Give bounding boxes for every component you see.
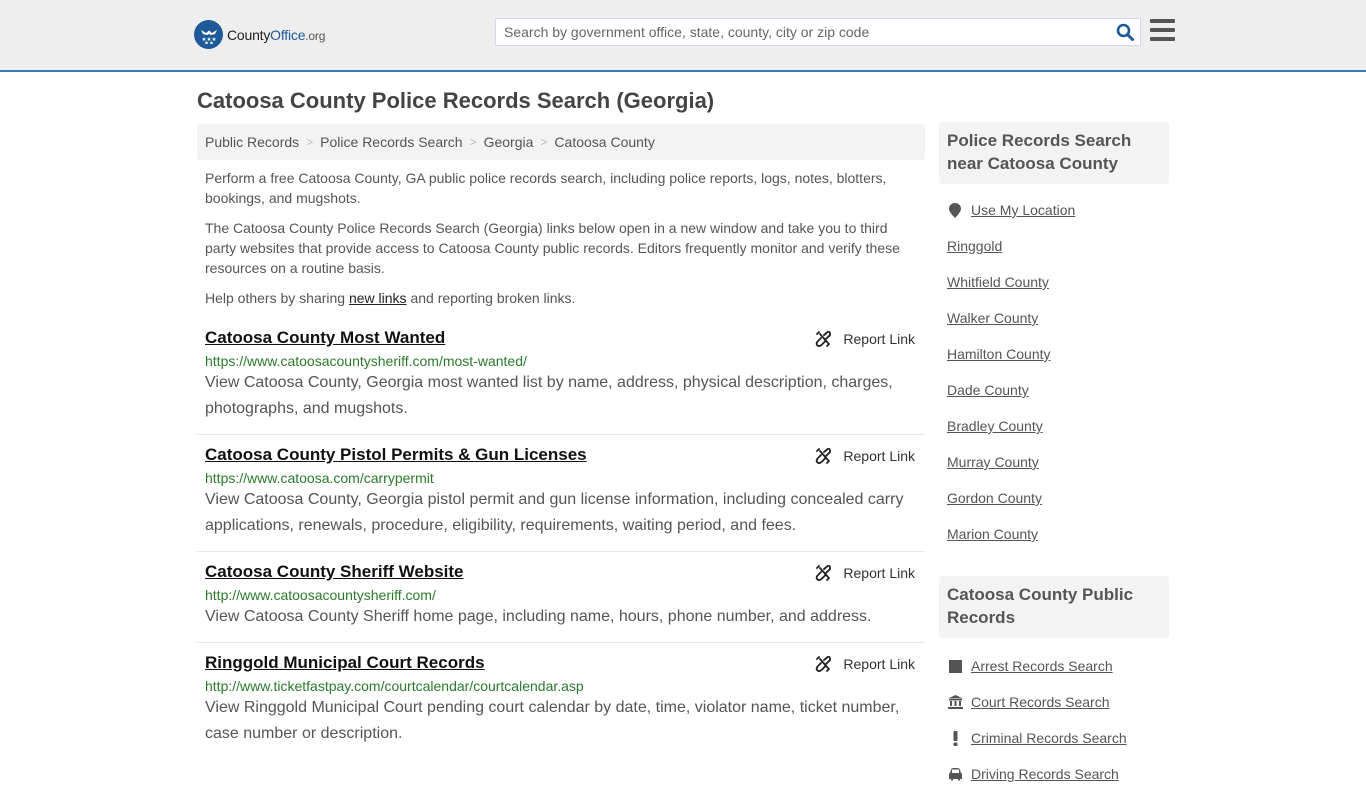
- result-description: View Ringgold Municipal Court pending co…: [205, 699, 900, 742]
- broken-link-icon: [816, 656, 832, 672]
- broken-link-icon: [816, 331, 832, 347]
- breadcrumb-separator: >: [306, 135, 314, 149]
- nearby-link-murray-county[interactable]: Murray County: [947, 454, 1039, 470]
- menu-bar-icon: [1150, 28, 1175, 32]
- result-item: Catoosa County Pistol Permits & Gun Lice…: [197, 435, 925, 552]
- hamburger-menu-button[interactable]: [1150, 19, 1175, 41]
- intro-paragraph: The Catoosa County Police Records Search…: [205, 220, 900, 276]
- nearby-link-marion-county[interactable]: Marion County: [947, 526, 1038, 542]
- menu-bar-icon: [1150, 37, 1175, 41]
- driving-records-link[interactable]: Driving Records Search: [971, 766, 1119, 782]
- public-records-heading: Catoosa County Public Records: [939, 576, 1169, 638]
- site-header: CountyOffice.org: [0, 0, 1366, 72]
- public-records-list: Arrest Records Search Court Records Sear…: [939, 638, 1169, 792]
- square-icon: [947, 659, 963, 673]
- search-button[interactable]: [1110, 19, 1140, 45]
- help-paragraph: Help others by sharing new links and rep…: [205, 290, 576, 306]
- nearby-link-bradley-county[interactable]: Bradley County: [947, 418, 1043, 434]
- nearby-link-hamilton-county[interactable]: Hamilton County: [947, 346, 1051, 362]
- map-marker-icon: [947, 202, 963, 218]
- report-link-button[interactable]: Report Link: [815, 565, 915, 581]
- courthouse-icon: [947, 695, 963, 709]
- public-records-block: Catoosa County Public Records Arrest Rec…: [939, 576, 1169, 792]
- report-link-button[interactable]: Report Link: [815, 656, 915, 672]
- result-item: Catoosa County Sheriff Website Report Li…: [197, 552, 925, 643]
- nearby-block: Police Records Search near Catoosa Count…: [939, 122, 1169, 552]
- result-item: Ringgold Municipal Court Records Report …: [197, 643, 925, 759]
- menu-bar-icon: [1150, 19, 1175, 23]
- logo-wordmark: CountyOffice.org: [227, 26, 326, 43]
- nearby-link-dade-county[interactable]: Dade County: [947, 382, 1029, 398]
- nearby-item: Hamilton County: [947, 336, 1169, 372]
- search-bar: [495, 18, 1141, 46]
- breadcrumb-police-records-search[interactable]: Police Records Search: [320, 134, 462, 150]
- eagle-stars-logo-icon: [194, 20, 223, 49]
- public-records-item: Court Records Search: [947, 684, 1169, 720]
- result-description: View Catoosa County, Georgia most wanted…: [205, 374, 893, 417]
- nearby-item: Gordon County: [947, 480, 1169, 516]
- result-description: View Catoosa County, Georgia pistol perm…: [205, 491, 904, 534]
- search-icon: [1116, 23, 1134, 41]
- nearby-link-walker-county[interactable]: Walker County: [947, 310, 1038, 326]
- nearby-item: Ringgold: [947, 228, 1169, 264]
- public-records-item: Driving Records Search: [947, 756, 1169, 792]
- search-input[interactable]: [496, 19, 1110, 45]
- sidebar: Police Records Search near Catoosa Count…: [939, 122, 1169, 792]
- nearby-link-whitfield-county[interactable]: Whitfield County: [947, 274, 1049, 290]
- site-logo[interactable]: CountyOffice.org: [194, 20, 325, 49]
- arrest-records-link[interactable]: Arrest Records Search: [971, 658, 1113, 674]
- nearby-item: Murray County: [947, 444, 1169, 480]
- breadcrumb-georgia[interactable]: Georgia: [484, 134, 534, 150]
- results-list: Catoosa County Most Wanted Report Link h…: [197, 318, 925, 759]
- nearby-link-gordon-county[interactable]: Gordon County: [947, 490, 1042, 506]
- new-links-link[interactable]: new links: [349, 290, 407, 306]
- result-url[interactable]: https://www.catoosa.com/carrypermit: [205, 470, 917, 486]
- exclamation-icon: [947, 730, 963, 746]
- nearby-link-ringgold[interactable]: Ringgold: [947, 238, 1002, 254]
- broken-link-icon: [816, 448, 832, 464]
- result-url[interactable]: http://www.catoosacountysheriff.com/: [205, 587, 917, 603]
- car-icon: [947, 767, 963, 781]
- use-my-location-item: Use My Location: [947, 192, 1169, 228]
- result-url[interactable]: http://www.ticketfastpay.com/courtcalend…: [205, 678, 917, 694]
- result-title-link[interactable]: Catoosa County Most Wanted: [205, 328, 445, 348]
- breadcrumb-public-records[interactable]: Public Records: [205, 134, 299, 150]
- result-description: View Catoosa County Sheriff home page, i…: [205, 608, 872, 625]
- nearby-heading: Police Records Search near Catoosa Count…: [939, 122, 1169, 184]
- report-link-button[interactable]: Report Link: [815, 331, 915, 347]
- public-records-item: Arrest Records Search: [947, 648, 1169, 684]
- nearby-item: Dade County: [947, 372, 1169, 408]
- nearby-list: Use My Location Ringgold Whitfield Count…: [939, 184, 1169, 552]
- breadcrumb-catoosa-county[interactable]: Catoosa County: [554, 134, 654, 150]
- nearby-item: Whitfield County: [947, 264, 1169, 300]
- result-title-link[interactable]: Catoosa County Sheriff Website: [205, 562, 464, 582]
- result-title-link[interactable]: Catoosa County Pistol Permits & Gun Lice…: [205, 445, 587, 465]
- nearby-item: Marion County: [947, 516, 1169, 552]
- court-records-link[interactable]: Court Records Search: [971, 694, 1110, 710]
- use-my-location-link[interactable]: Use My Location: [971, 202, 1075, 218]
- result-title-link[interactable]: Ringgold Municipal Court Records: [205, 653, 485, 673]
- result-url[interactable]: https://www.catoosacountysheriff.com/mos…: [205, 353, 917, 369]
- nearby-item: Walker County: [947, 300, 1169, 336]
- report-link-button[interactable]: Report Link: [815, 448, 915, 464]
- public-records-item: Criminal Records Search: [947, 720, 1169, 756]
- intro-text: Perform a free Catoosa County, GA public…: [197, 160, 925, 308]
- criminal-records-link[interactable]: Criminal Records Search: [971, 730, 1127, 746]
- main-content: Public Records > Police Records Search >…: [197, 124, 925, 759]
- intro-paragraph: Perform a free Catoosa County, GA public…: [205, 170, 887, 206]
- result-item: Catoosa County Most Wanted Report Link h…: [197, 318, 925, 435]
- breadcrumb: Public Records > Police Records Search >…: [197, 124, 925, 160]
- breadcrumb-separator: >: [469, 135, 477, 149]
- page-title: Catoosa County Police Records Search (Ge…: [197, 88, 715, 113]
- broken-link-icon: [816, 565, 832, 581]
- nearby-item: Bradley County: [947, 408, 1169, 444]
- breadcrumb-separator: >: [540, 135, 548, 149]
